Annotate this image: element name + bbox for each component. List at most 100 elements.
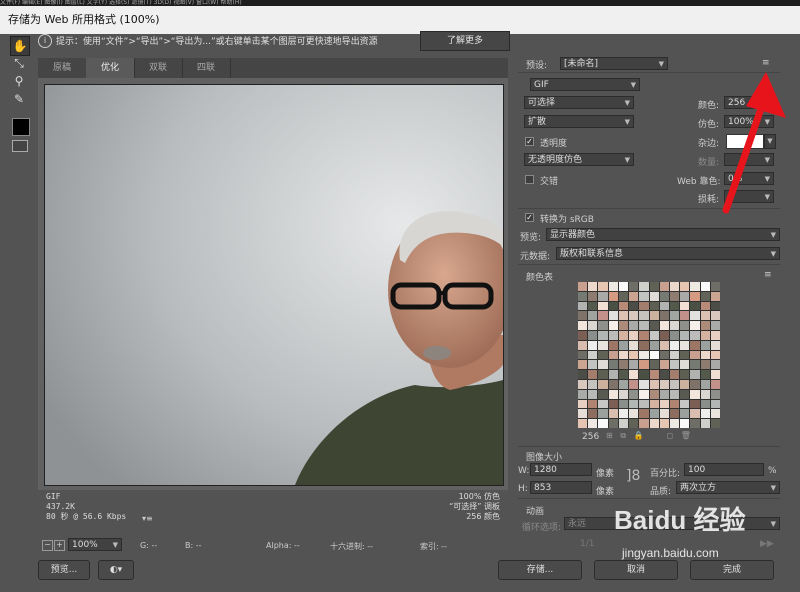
color-swatch[interactable] [639,321,649,330]
color-swatch[interactable] [669,291,680,301]
color-swatch[interactable] [608,311,618,321]
color-swatch[interactable] [598,331,608,340]
color-swatch[interactable] [588,360,598,370]
color-swatch[interactable] [629,340,639,350]
color-swatch[interactable] [578,311,588,321]
height-input[interactable]: 853 [530,481,592,494]
eyedropper-tool-icon[interactable]: ✎ [10,90,28,108]
preview-image[interactable] [44,84,504,486]
color-swatch[interactable] [690,360,700,370]
color-swatch[interactable] [649,370,659,379]
color-table-grid[interactable] [578,282,720,428]
color-swatch[interactable] [578,340,588,350]
color-swatch[interactable] [639,350,649,360]
color-swatch[interactable] [659,419,669,428]
color-swatch[interactable] [629,321,639,330]
color-swatch[interactable] [680,321,690,330]
color-swatch[interactable] [669,340,680,350]
colors-input[interactable]: 256 ▼ [724,96,774,109]
color-swatch[interactable] [680,409,690,419]
color-swatch[interactable] [669,360,680,370]
color-swatch[interactable] [710,380,720,389]
color-swatch[interactable] [659,301,669,311]
color-swatch[interactable] [629,399,639,409]
color-swatch[interactable] [598,380,608,389]
width-input[interactable]: 1280 [530,463,592,476]
color-swatch[interactable] [629,370,639,379]
color-swatch[interactable] [710,282,720,291]
color-swatch[interactable] [639,399,649,409]
lossy-input[interactable]: 0 ▼ [724,190,774,203]
color-table-menu-icon[interactable]: ≡ [764,270,772,280]
color-swatch[interactable] [608,301,618,311]
color-swatch[interactable] [578,360,588,370]
color-swatch[interactable] [669,389,680,399]
slice-select-tool-icon[interactable]: ⤡ [10,54,28,72]
color-swatch[interactable] [588,380,598,389]
color-swatch[interactable] [690,380,700,389]
color-swatch[interactable] [690,331,700,340]
color-swatch[interactable] [649,350,659,360]
color-swatch[interactable] [700,321,710,330]
color-swatch[interactable] [578,380,588,389]
color-swatch[interactable] [690,321,700,330]
tab-2-up[interactable]: 双联 [134,58,183,78]
color-swatch[interactable] [690,311,700,321]
color-swatch[interactable] [639,301,649,311]
loop-select[interactable]: 永远 ▼ [564,517,780,530]
color-swatch[interactable] [690,409,700,419]
color-swatch[interactable] [608,282,618,291]
color-swatch[interactable] [700,380,710,389]
color-swatch[interactable] [659,409,669,419]
color-swatch[interactable] [680,282,690,291]
color-swatch[interactable] [690,282,700,291]
color-swatch[interactable] [618,282,629,291]
amount-input[interactable]: ▼ [724,153,774,166]
color-swatch[interactable] [588,389,598,399]
color-swatch[interactable] [588,282,598,291]
download-speed-menu-icon[interactable]: ▾≡ [142,514,153,523]
color-swatch[interactable] [639,311,649,321]
color-swatch[interactable] [639,370,649,379]
color-swatch[interactable] [669,301,680,311]
interlaced-checkbox[interactable] [525,175,534,184]
matte-color-swatch[interactable] [726,134,764,149]
color-swatch[interactable] [598,419,608,428]
color-swatch[interactable] [649,389,659,399]
color-swatch[interactable] [649,331,659,340]
color-swatch[interactable] [700,399,710,409]
color-swatch[interactable] [669,282,680,291]
color-swatch[interactable] [669,419,680,428]
color-swatch[interactable] [578,291,588,301]
color-swatch[interactable] [639,389,649,399]
color-swatch[interactable] [680,301,690,311]
color-swatch[interactable] [608,350,618,360]
color-swatch[interactable] [690,389,700,399]
color-swatch[interactable] [588,370,598,379]
color-swatch[interactable] [649,409,659,419]
link-constrain-icon[interactable]: ]8 [626,468,640,484]
color-swatch[interactable] [649,282,659,291]
color-swatch[interactable] [690,419,700,428]
color-swatch[interactable] [690,350,700,360]
color-swatch[interactable] [680,360,690,370]
color-swatch[interactable] [598,291,608,301]
color-swatch[interactable] [700,350,710,360]
color-swatch[interactable] [608,360,618,370]
color-swatch[interactable] [710,370,720,379]
color-swatch[interactable] [659,331,669,340]
color-swatch[interactable] [598,399,608,409]
dither-algorithm-select[interactable]: 扩散 ▼ [524,115,634,128]
color-swatch[interactable] [649,340,659,350]
color-swatch[interactable] [680,340,690,350]
color-swatch[interactable] [618,321,629,330]
color-swatch[interactable] [710,340,720,350]
convert-srgb-checkbox[interactable]: ✓ [525,213,534,222]
color-swatch[interactable] [629,419,639,428]
color-swatch[interactable] [649,360,659,370]
color-swatch[interactable] [629,291,639,301]
cancel-button[interactable]: 取消 [594,560,678,580]
color-swatch[interactable] [618,419,629,428]
dither-input[interactable]: 100% ▼ [724,115,774,128]
color-swatch[interactable] [700,301,710,311]
